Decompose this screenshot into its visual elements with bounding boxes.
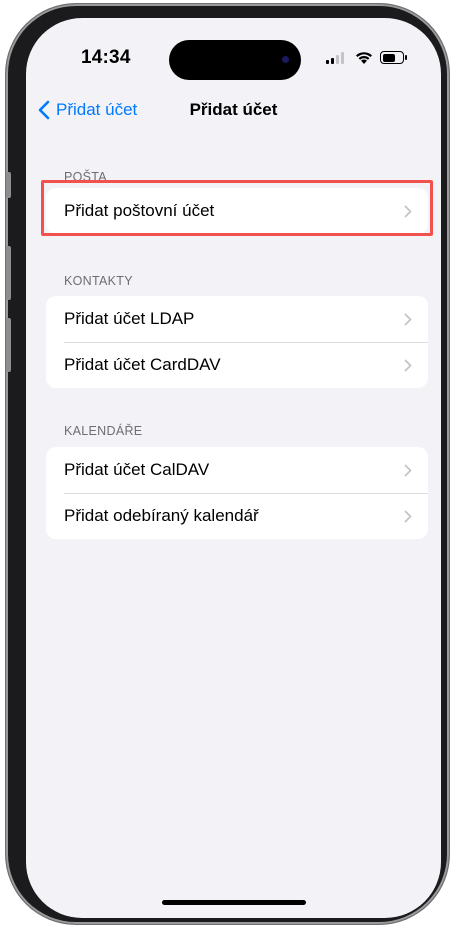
section-header-mail: POŠTA — [64, 170, 107, 184]
group-calendars: Přidat účet CalDAV Přidat odebíraný kale… — [46, 447, 428, 539]
screen: 14:34 Přidat účet Přidat účet POŠTA Přid… — [26, 18, 441, 918]
wifi-icon — [356, 52, 372, 64]
status-time: 14:34 — [81, 47, 131, 68]
home-indicator[interactable] — [162, 900, 306, 905]
row-add-subscribed-calendar[interactable]: Přidat odebíraný kalendář — [46, 493, 428, 539]
row-add-caldav-account[interactable]: Přidat účet CalDAV — [46, 447, 428, 493]
row-label: Přidat odebíraný kalendář — [64, 506, 259, 525]
back-button-label: Přidat účet — [56, 100, 138, 119]
back-button[interactable]: Přidat účet — [38, 98, 137, 122]
section-header-contacts: KONTAKTY — [64, 274, 133, 288]
camera-dot — [282, 56, 289, 63]
chevron-left-icon — [38, 100, 50, 120]
group-mail: Přidat poštovní účet — [46, 188, 428, 234]
row-add-carddav-account[interactable]: Přidat účet CardDAV — [46, 342, 428, 388]
chevron-right-icon — [404, 205, 412, 218]
row-label: Přidat účet CardDAV — [64, 355, 221, 374]
chevron-right-icon — [404, 313, 412, 326]
row-add-ldap-account[interactable]: Přidat účet LDAP — [46, 296, 428, 342]
signal-icon — [326, 51, 348, 65]
volume-down-button — [6, 318, 11, 372]
chevron-right-icon — [404, 510, 412, 523]
chevron-right-icon — [404, 464, 412, 477]
row-label: Přidat účet CalDAV — [64, 460, 210, 479]
dynamic-island — [169, 40, 301, 80]
battery-cap — [405, 55, 407, 60]
volume-up-button — [6, 246, 11, 300]
phone-frame: 14:34 Přidat účet Přidat účet POŠTA Přid… — [6, 4, 449, 924]
row-label: Přidat poštovní účet — [64, 201, 215, 220]
battery-level — [382, 53, 395, 62]
chevron-right-icon — [404, 359, 412, 372]
battery-icon — [380, 51, 404, 64]
section-header-calendars: KALENDÁŘE — [64, 424, 143, 438]
status-icons — [326, 51, 416, 65]
group-contacts: Přidat účet LDAP Přidat účet CardDAV — [46, 296, 428, 388]
row-add-mail-account[interactable]: Přidat poštovní účet — [46, 188, 428, 234]
action-button — [6, 172, 11, 198]
row-label: Přidat účet LDAP — [64, 309, 195, 328]
